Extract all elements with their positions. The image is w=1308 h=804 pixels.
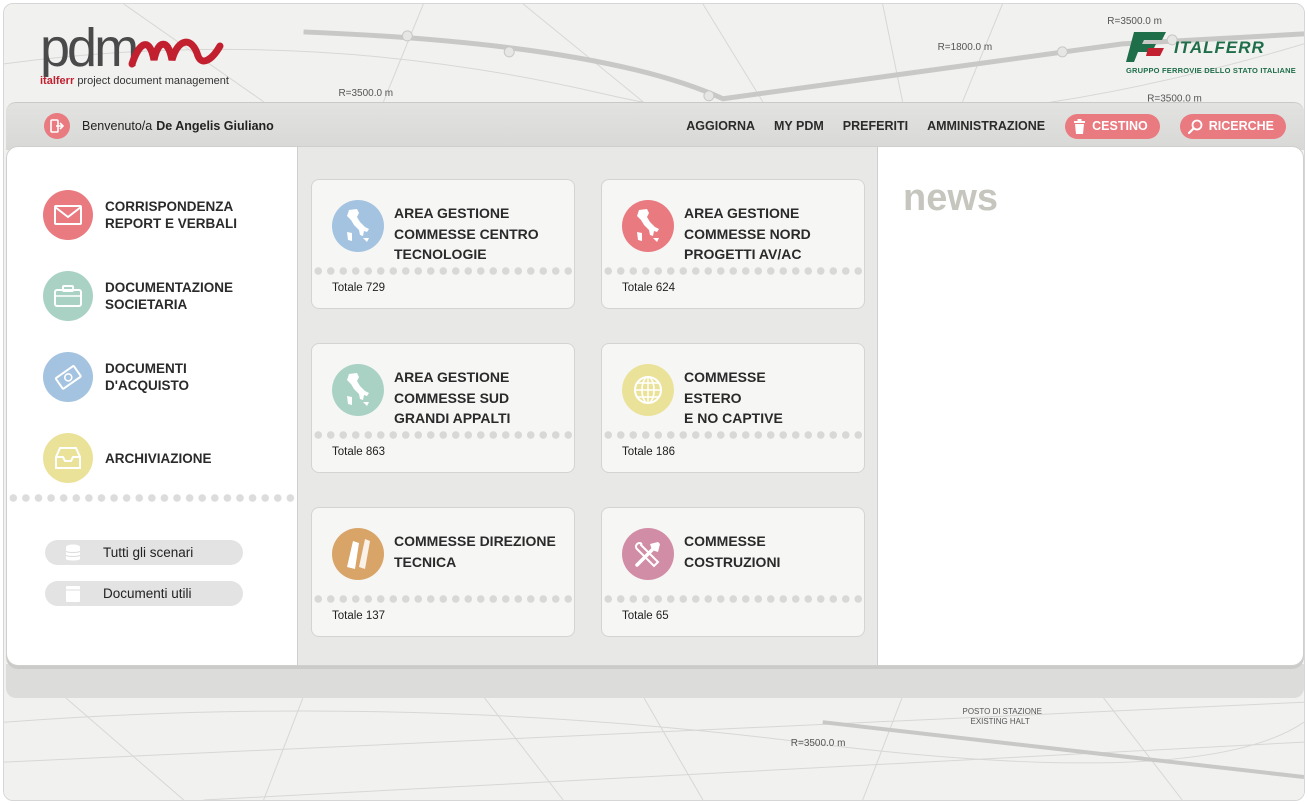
map-label: EXISTING HALT bbox=[971, 717, 1030, 726]
app-frame: R=3500.0 m R=1800.0 m R=3500.0 m R=3500.… bbox=[3, 3, 1305, 801]
tools-icon bbox=[622, 528, 674, 580]
area-card-nord[interactable]: AREA GESTIONE COMMESSE NORD PROGETTI AV/… bbox=[601, 179, 865, 309]
bottom-bar bbox=[6, 664, 1304, 698]
envelope-icon bbox=[43, 190, 93, 240]
globe-icon bbox=[622, 364, 674, 416]
area-card-estero[interactable]: COMMESSE ESTERO E NO CAPTIVE Totale 186 bbox=[601, 343, 865, 473]
area-card-sud[interactable]: AREA GESTIONE COMMESSE SUD GRANDI APPALT… bbox=[311, 343, 575, 473]
area-title: COMMESSE COSTRUZIONI bbox=[684, 533, 781, 570]
all-scenarios-button[interactable]: Tutti gli scenari bbox=[45, 540, 243, 565]
area-title: COMMESSE ESTERO E NO CAPTIVE bbox=[684, 369, 783, 426]
inbox-tray-icon bbox=[43, 433, 93, 483]
pdm-logo: pdm italferr project document management bbox=[40, 18, 250, 92]
area-title: COMMESSE DIREZIONE TECNICA bbox=[394, 533, 556, 570]
category-corrispondenza[interactable]: CORRISPONDENZA REPORT E VERBALI bbox=[43, 189, 237, 241]
ruler-pencil-icon bbox=[332, 528, 384, 580]
main-panel: CORRISPONDENZA REPORT E VERBALI DOCUMENT… bbox=[6, 146, 1304, 666]
briefcase-icon bbox=[43, 271, 93, 321]
areas-panel: AREA GESTIONE COMMESSE CENTRO TECNOLOGIE… bbox=[297, 147, 878, 665]
dotted-divider bbox=[602, 266, 864, 276]
area-total: Totale 863 bbox=[332, 446, 386, 458]
logo-text: pdm bbox=[40, 20, 136, 78]
nav-my-pdm[interactable]: MY PDM bbox=[774, 119, 824, 133]
category-label: CORRISPONDENZA REPORT E VERBALI bbox=[105, 199, 238, 231]
trash-icon bbox=[1074, 118, 1086, 134]
map-label: POSTO DI STAZIONE bbox=[963, 707, 1042, 716]
pdm-logo-mark: pdm bbox=[40, 18, 224, 78]
map-label: R=3500.0 m bbox=[791, 738, 846, 749]
search-button[interactable]: RICERCHE bbox=[1179, 113, 1286, 139]
area-card-centro[interactable]: AREA GESTIONE COMMESSE CENTRO TECNOLOGIE… bbox=[311, 179, 575, 309]
news-title: news bbox=[903, 177, 999, 219]
category-label: DOCUMENTI D'ACQUISTO bbox=[105, 361, 189, 393]
map-label: R=3500.0 m bbox=[338, 88, 393, 99]
trash-label: CESTINO bbox=[1092, 119, 1148, 133]
category-archiviazione[interactable]: ARCHIVIAZIONE bbox=[43, 432, 212, 484]
banknote-icon bbox=[43, 352, 93, 402]
dotted-divider bbox=[312, 266, 574, 276]
fs-logo-icon bbox=[1126, 32, 1166, 62]
useful-documents-label: Documenti utili bbox=[103, 586, 192, 601]
italy-map-icon bbox=[332, 364, 384, 416]
logo-brand: italferr bbox=[40, 75, 75, 87]
top-nav: AGGIORNA MY PDM PREFERITI AMMINISTRAZION… bbox=[667, 113, 1286, 139]
nav-amministrazione[interactable]: AMMINISTRAZIONE bbox=[927, 119, 1045, 133]
area-total: Totale 186 bbox=[622, 446, 676, 458]
area-total: Totale 729 bbox=[332, 282, 386, 294]
dotted-divider bbox=[602, 594, 864, 604]
category-label: DOCUMENTAZIONE SOCIETARIA bbox=[105, 280, 233, 312]
top-bar: Benvenuto/a De Angelis Giuliano AGGIORNA… bbox=[6, 102, 1304, 150]
map-label: R=1800.0 m bbox=[938, 42, 993, 53]
italy-map-icon bbox=[332, 200, 384, 252]
logo-subtitle-text: project document management bbox=[77, 75, 229, 87]
area-title: AREA GESTIONE COMMESSE NORD PROGETTI AV/… bbox=[684, 205, 811, 262]
search-label: RICERCHE bbox=[1208, 119, 1274, 133]
nav-preferiti[interactable]: PREFERITI bbox=[843, 119, 908, 133]
all-scenarios-label: Tutti gli scenari bbox=[103, 545, 194, 560]
dotted-divider bbox=[312, 430, 574, 440]
document-icon bbox=[66, 585, 80, 602]
area-card-direzione-tecnica[interactable]: COMMESSE DIREZIONE TECNICA Totale 137 bbox=[311, 507, 575, 637]
search-icon bbox=[1187, 119, 1203, 134]
company-name: ITALFERR bbox=[1174, 38, 1265, 57]
nav-aggiorna[interactable]: AGGIORNA bbox=[686, 119, 755, 133]
category-documenti-acquisto[interactable]: DOCUMENTI D'ACQUISTO bbox=[43, 351, 189, 403]
logo-subtitle: italferr project document management bbox=[40, 75, 229, 87]
area-total: Totale 624 bbox=[622, 282, 676, 294]
area-total: Totale 65 bbox=[622, 610, 669, 622]
italferr-logo: ITALFERR GRUPPO FERROVIE DELLO STATO ITA… bbox=[1126, 28, 1296, 86]
map-label: R=3500.0 m bbox=[1107, 16, 1162, 27]
dotted-divider bbox=[7, 493, 297, 503]
logout-icon[interactable] bbox=[44, 113, 70, 139]
category-label: ARCHIVIAZIONE bbox=[105, 450, 212, 466]
sidebar: CORRISPONDENZA REPORT E VERBALI DOCUMENT… bbox=[7, 147, 297, 665]
area-total: Totale 137 bbox=[332, 610, 386, 622]
dotted-divider bbox=[312, 594, 574, 604]
italy-map-icon bbox=[622, 200, 674, 252]
database-icon bbox=[65, 544, 81, 560]
company-subtitle: GRUPPO FERROVIE DELLO STATO ITALIANE bbox=[1126, 66, 1296, 75]
user-name: De Angelis Giuliano bbox=[156, 119, 274, 133]
trash-button[interactable]: CESTINO bbox=[1065, 113, 1160, 139]
dotted-divider bbox=[602, 430, 864, 440]
category-documentazione-societaria[interactable]: DOCUMENTAZIONE SOCIETARIA bbox=[43, 270, 233, 322]
useful-documents-button[interactable]: Documenti utili bbox=[45, 581, 243, 606]
welcome-prefix: Benvenuto/a bbox=[82, 119, 153, 133]
area-title: AREA GESTIONE COMMESSE CENTRO TECNOLOGIE bbox=[394, 205, 539, 262]
area-card-costruzioni[interactable]: COMMESSE COSTRUZIONI Totale 65 bbox=[601, 507, 865, 637]
area-title: AREA GESTIONE COMMESSE SUD GRANDI APPALT… bbox=[394, 369, 511, 426]
welcome-message: Benvenuto/a De Angelis Giuliano bbox=[44, 113, 274, 139]
